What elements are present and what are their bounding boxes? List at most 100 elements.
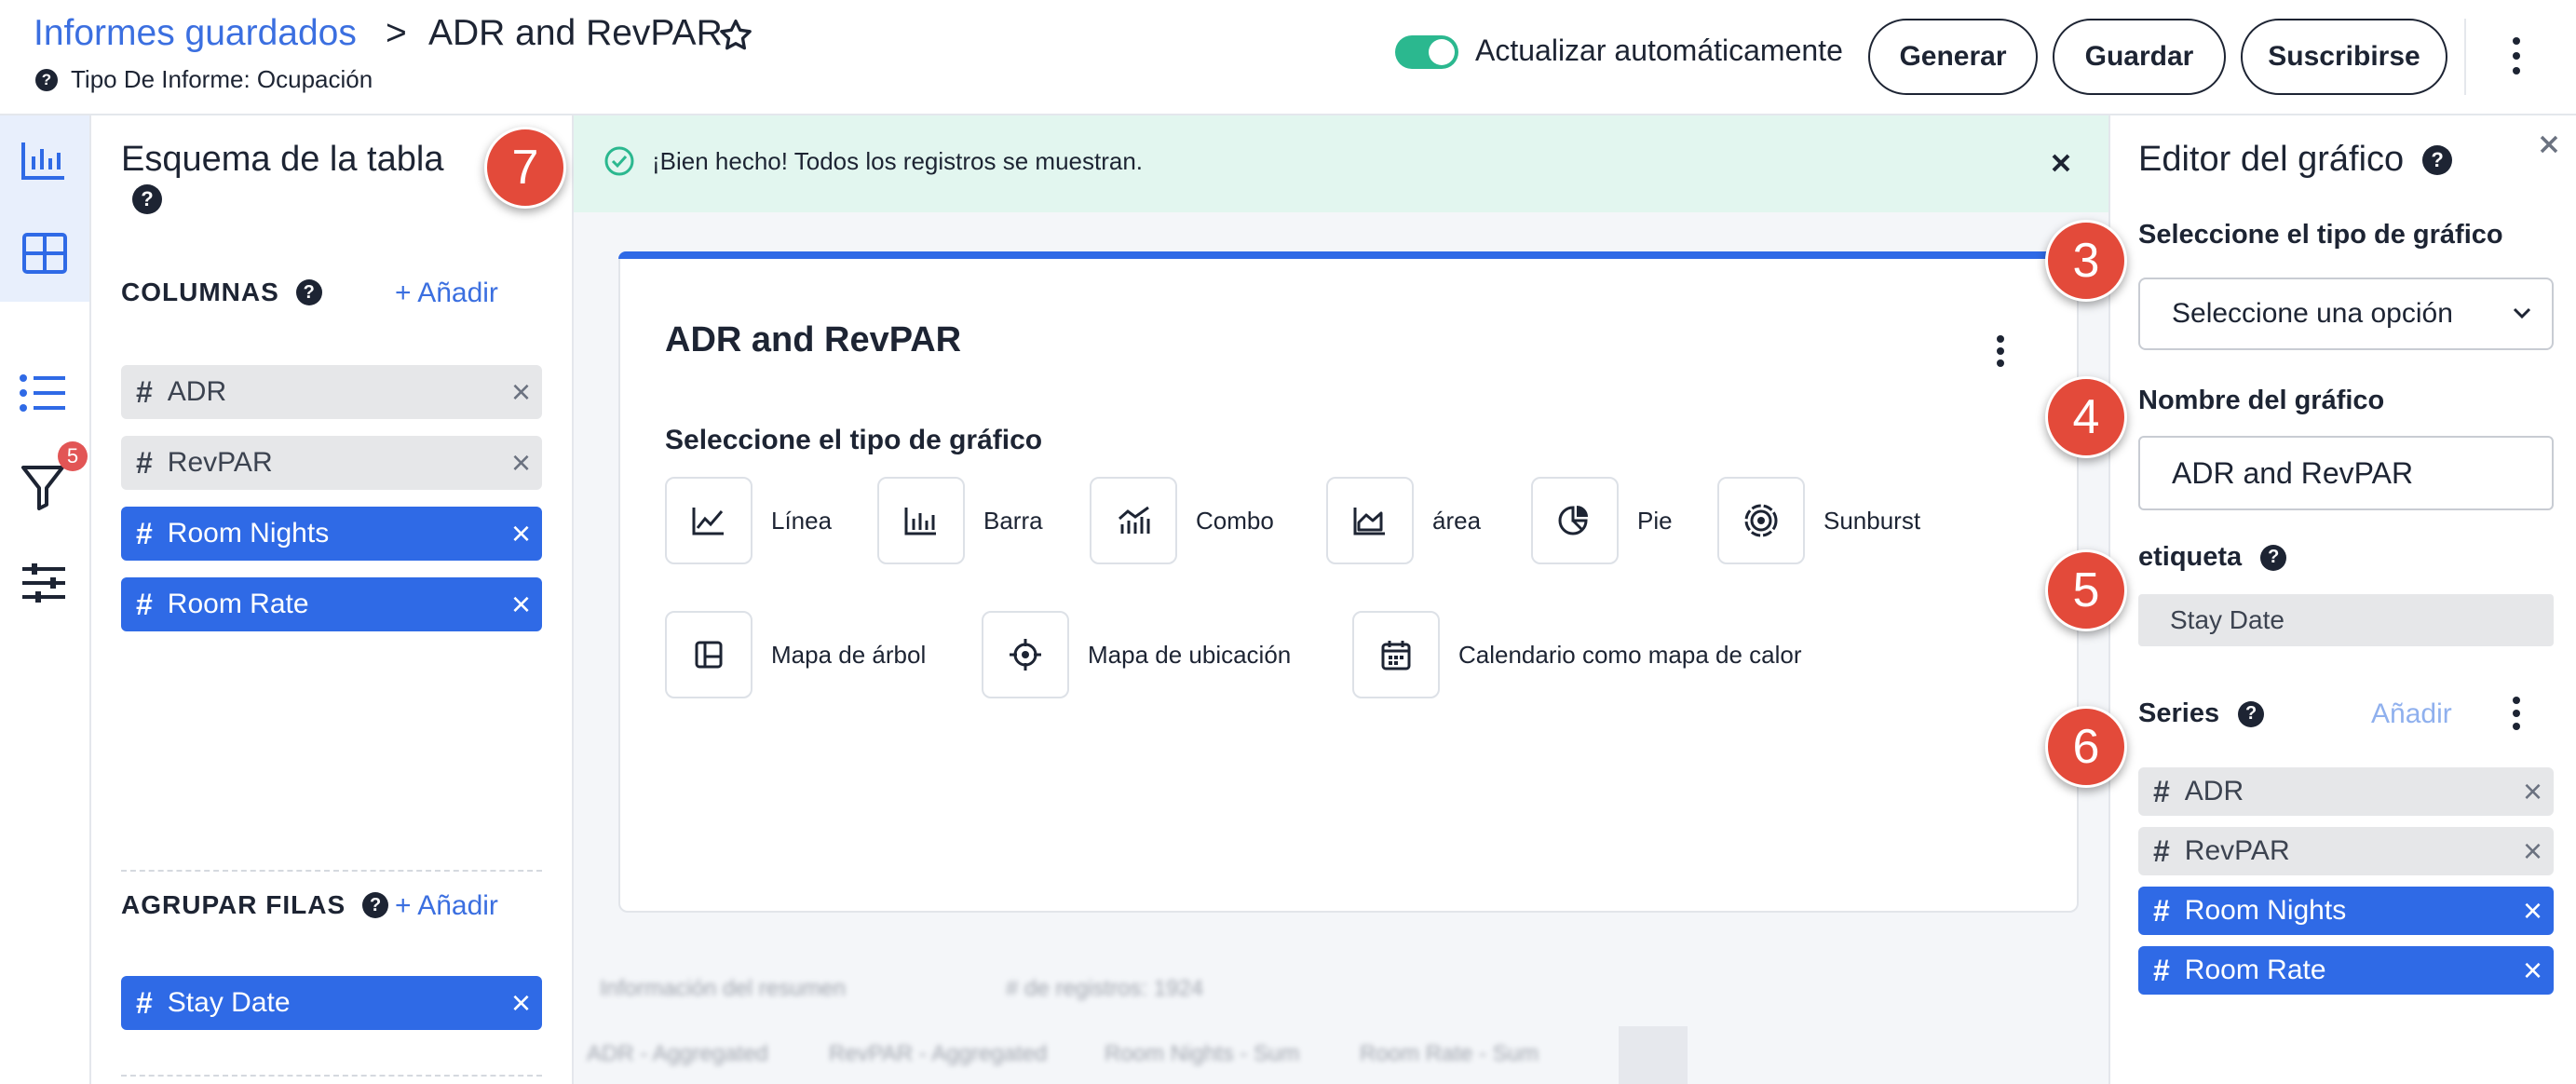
column-chip-room-rate[interactable]: # Room Rate × — [121, 577, 542, 631]
select-value: Seleccione una opción — [2172, 298, 2453, 329]
columns-label: COLUMNAS — [121, 278, 279, 306]
editor-series-label: Series — [2138, 698, 2220, 728]
summary-column: Room Rate - Sum — [1360, 1041, 1539, 1066]
pie-chart-icon — [1531, 477, 1619, 564]
summary-scroll-button[interactable] — [1619, 1026, 1688, 1084]
summary-column: Room Nights - Sum — [1105, 1041, 1300, 1066]
chart-option-location-map[interactable]: Mapa de ubicación — [982, 611, 1291, 698]
series-more-icon[interactable] — [2511, 697, 2522, 730]
summary-column: ADR - Aggregated — [587, 1041, 768, 1066]
treemap-icon — [665, 611, 752, 698]
close-alert-icon[interactable] — [2051, 153, 2071, 173]
chevron-down-icon — [2513, 307, 2531, 319]
chart-option-combo[interactable]: Combo — [1090, 477, 1274, 564]
add-series-link[interactable]: Añadir — [2371, 698, 2452, 730]
help-icon[interactable]: ? — [35, 68, 58, 91]
step-marker-7: 7 — [484, 127, 566, 209]
save-button[interactable]: Guardar — [2053, 19, 2226, 95]
chart-option-line[interactable]: Línea — [665, 477, 832, 564]
alert-message: ¡Bien hecho! Todos los registros se mues… — [652, 147, 1144, 175]
report-type-text: Tipo De Informe: Ocupación — [71, 65, 373, 93]
chip-label: ADR — [2184, 776, 2244, 806]
chip-label: Room Rate — [167, 589, 309, 619]
help-icon[interactable]: ? — [362, 892, 389, 918]
chart-option-label: Calendario como mapa de calor — [1458, 640, 1802, 669]
chart-option-label: Línea — [771, 506, 833, 535]
remove-icon[interactable]: × — [511, 588, 531, 621]
chart-option-sunburst[interactable]: Sunburst — [1717, 477, 1920, 564]
page-title: ADR and RevPAR — [428, 13, 723, 53]
remove-icon[interactable]: × — [2523, 775, 2542, 808]
card-more-icon[interactable] — [1995, 335, 2006, 367]
section-divider — [121, 1075, 542, 1077]
help-icon[interactable]: ? — [295, 279, 322, 305]
generate-button[interactable]: Generar — [1868, 19, 2038, 95]
close-editor-icon[interactable] — [2539, 134, 2559, 155]
chip-label: Room Rate — [2184, 955, 2326, 985]
favorite-star-icon[interactable] — [717, 17, 754, 54]
summary-toggle[interactable]: Información del resumen — [600, 976, 846, 1002]
calendar-heatmap-icon — [1352, 611, 1440, 698]
breadcrumb-link-saved-reports[interactable]: Informes guardados — [34, 13, 357, 54]
remove-icon[interactable]: × — [2523, 954, 2542, 987]
summary-column: RevPAR - Aggregated — [829, 1041, 1048, 1066]
chart-option-pie[interactable]: Pie — [1531, 477, 1673, 564]
help-icon[interactable]: ? — [2238, 700, 2265, 727]
auto-update-label: Actualizar automáticamente — [1475, 34, 1843, 67]
remove-icon[interactable]: × — [511, 517, 531, 550]
header-more-icon[interactable] — [2511, 37, 2522, 75]
auto-update-toggle[interactable] — [1395, 35, 1458, 69]
area-chart-icon — [1326, 477, 1414, 564]
step-marker-5: 5 — [2045, 549, 2127, 631]
breadcrumb-separator: > — [386, 13, 407, 53]
remove-icon[interactable]: × — [511, 446, 531, 480]
help-icon[interactable]: ? — [132, 184, 162, 214]
remove-icon[interactable]: × — [2523, 894, 2542, 928]
column-chip-room-nights[interactable]: # Room Nights × — [121, 507, 542, 561]
add-column-link[interactable]: + Añadir — [395, 278, 498, 309]
chip-label: Room Nights — [167, 518, 330, 549]
column-chip-revpar[interactable]: # RevPAR × — [121, 436, 542, 490]
editor-tag-label: etiqueta — [2138, 542, 2243, 572]
sliders-icon[interactable] — [20, 562, 67, 603]
chart-option-treemap[interactable]: Mapa de árbol — [665, 611, 926, 698]
number-type-icon: # — [136, 374, 153, 409]
chart-option-label: Combo — [1196, 506, 1274, 535]
column-chip-adr[interactable]: # ADR × — [121, 365, 542, 419]
number-type-icon: # — [2153, 953, 2170, 987]
schema-title: Esquema de la tabla — [121, 140, 444, 179]
location-map-icon — [982, 611, 1069, 698]
chart-icon[interactable] — [20, 140, 67, 183]
help-icon[interactable]: ? — [2260, 544, 2287, 571]
group-rows-label: AGRUPAR FILAS — [121, 890, 346, 919]
chart-option-calendar-heatmap[interactable]: Calendario como mapa de calor — [1352, 611, 1802, 698]
section-divider — [121, 870, 542, 872]
series-chip-room-nights[interactable]: # Room Nights × — [2138, 887, 2554, 935]
remove-icon[interactable]: × — [511, 375, 531, 409]
chart-option-bar[interactable]: Barra — [877, 477, 1043, 564]
remove-icon[interactable]: × — [511, 986, 531, 1020]
chart-type-select[interactable]: Seleccione una opción — [2138, 278, 2554, 350]
series-label-row: Series ? — [2138, 698, 2265, 729]
series-chip-room-rate[interactable]: # Room Rate × — [2138, 946, 2554, 995]
group-chip-stay-date[interactable]: # Stay Date × — [121, 976, 542, 1030]
chart-option-label: Barra — [983, 506, 1043, 535]
summary-record-count: # de registros: 1924 — [1006, 976, 1204, 1001]
number-type-icon: # — [2153, 833, 2170, 868]
filter-icon[interactable] — [20, 464, 65, 510]
group-rows-header: AGRUPAR FILAS ? — [121, 890, 389, 920]
tag-value-field: Stay Date — [2138, 594, 2554, 646]
add-group-link[interactable]: + Añadir — [395, 890, 498, 922]
chart-name-input[interactable]: ADR and RevPAR — [2138, 436, 2554, 510]
series-chip-revpar[interactable]: # RevPAR × — [2138, 827, 2554, 875]
editor-type-label: Seleccione el tipo de gráfico — [2138, 220, 2503, 250]
number-type-icon: # — [2153, 774, 2170, 808]
list-icon[interactable] — [19, 373, 67, 413]
subscribe-button[interactable]: Suscribirse — [2241, 19, 2447, 95]
help-icon[interactable]: ? — [2422, 144, 2453, 175]
remove-icon[interactable]: × — [2523, 834, 2542, 868]
series-chip-adr[interactable]: # ADR × — [2138, 767, 2554, 816]
table-icon[interactable] — [22, 233, 67, 274]
chart-option-area[interactable]: área — [1326, 477, 1481, 564]
check-circle-icon — [603, 145, 635, 177]
